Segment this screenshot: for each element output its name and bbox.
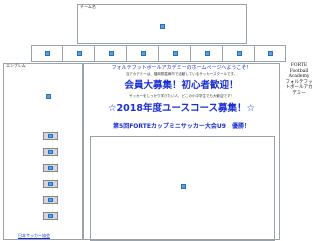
right-title-line-6: デミー [292,90,306,96]
nav-1-icon [45,51,50,56]
sidebar-link-1-icon [48,134,53,138]
sidebar-link-2[interactable] [43,148,58,156]
sidebar-link-5[interactable] [43,196,58,204]
member-recruitment-sub: サッカーをしっかり学びたい人、どこの小中学生でも大歓迎です！ [129,94,234,98]
news-heading: 第5回FORTEカップミニサッカー大会U9 優勝！ [113,123,250,130]
nav-item-1[interactable] [31,45,63,62]
nav-item-6[interactable] [190,45,223,62]
welcome-text: フォルテフットボールアカデミーのホームページへようこそ！ [111,65,252,71]
nav-2-icon [76,51,82,56]
member-recruitment-heading: 会員大募集！初心者歓迎！ [124,80,239,91]
news-image-frame [90,136,275,241]
nav-item-8[interactable] [254,45,286,62]
sidebar-link-5-icon [48,198,53,202]
nav-5-icon [172,51,178,56]
sidebar-link-1[interactable] [43,132,58,140]
header-banner: チーム名 [77,4,247,44]
left-sidebar: エンブレム 日本サッカー協会 [3,63,83,240]
right-title-line-5: トボールアカ [285,85,313,90]
sidebar-link-2-icon [48,150,53,154]
nav-6-icon [204,51,210,56]
nav-3-icon [108,51,114,56]
sidebar-link-4[interactable] [43,180,58,188]
emblem-image-icon [46,94,51,99]
right-panel: FORTE Football Academy フォルテフッ トボールアカ デミー [281,63,317,96]
sidebar-link-6-icon [48,214,53,218]
sidebar-link-6[interactable] [43,212,58,220]
youth-course-heading: ☆2018年度ユースコース募集！☆ [107,103,256,114]
sidebar-link-4-icon [48,182,53,186]
nav-7-icon [236,51,242,56]
main-content: フォルテフットボールアカデミーのホームページへようこそ！ 当アカデミーは、福岡県… [83,63,280,241]
sidebar-link-3-icon [48,166,53,170]
jfa-link[interactable]: 日本サッカー協会 [18,233,50,238]
header-image-icon [160,24,165,29]
nav-item-2[interactable] [62,45,95,62]
nav-item-4[interactable] [126,45,159,62]
nav-item-7[interactable] [222,45,255,62]
emblem-label: エンブレム [6,63,26,68]
nav-item-3[interactable] [94,45,127,62]
sidebar-link-3[interactable] [43,164,58,172]
nav-item-5[interactable] [158,45,191,62]
news-image-icon [181,184,186,189]
intro-text: 当アカデミーは、福岡県嘉麻市で活動しているサッカースクールです。 [125,72,238,76]
team-name-label: チーム名 [80,4,96,9]
nav-4-icon [140,51,146,56]
nav-8-icon [268,51,273,56]
